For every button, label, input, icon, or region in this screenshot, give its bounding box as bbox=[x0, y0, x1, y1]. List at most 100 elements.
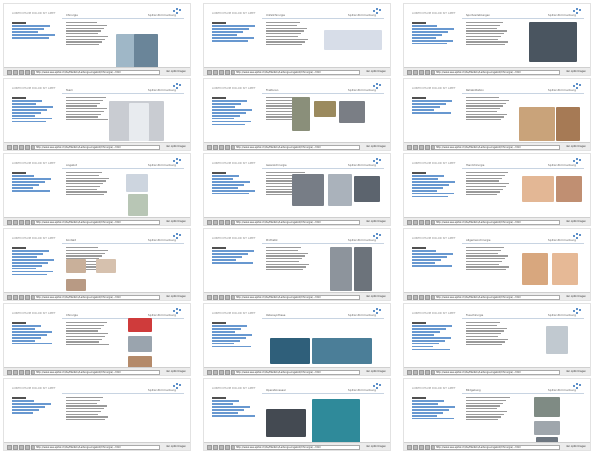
browser-button-icon[interactable] bbox=[219, 294, 224, 300]
address-bar[interactable]: http://www.see-spital.ch/de/Medizin/Leit… bbox=[434, 294, 560, 300]
sidebar-nav-item[interactable] bbox=[412, 333, 434, 336]
sidebar-nav[interactable] bbox=[412, 247, 458, 268]
browser-button-icon[interactable] bbox=[13, 444, 18, 450]
sidebar-nav-item[interactable] bbox=[12, 186, 34, 189]
sidebar-nav-item[interactable] bbox=[412, 249, 437, 252]
sidebar-nav-item[interactable] bbox=[412, 397, 426, 399]
sidebar-nav-item[interactable] bbox=[12, 327, 36, 330]
browser-button-icon[interactable] bbox=[207, 219, 212, 225]
sidebar-nav-item[interactable] bbox=[212, 36, 254, 39]
sidebar-nav-item[interactable] bbox=[212, 111, 247, 114]
sidebar-nav-item[interactable] bbox=[412, 336, 451, 339]
browser-button-icon[interactable] bbox=[413, 219, 418, 225]
sidebar-nav[interactable] bbox=[12, 97, 58, 124]
sidebar-nav[interactable] bbox=[412, 22, 458, 46]
sidebar-nav-item[interactable] bbox=[212, 102, 241, 105]
sidebar-nav-item[interactable] bbox=[212, 39, 248, 42]
browser-button-icon[interactable] bbox=[225, 444, 230, 450]
browser-button-icon[interactable] bbox=[419, 444, 424, 450]
browser-button-icon[interactable] bbox=[25, 369, 30, 375]
browser-button-icon[interactable] bbox=[213, 444, 218, 450]
sidebar-nav-item[interactable] bbox=[12, 408, 39, 411]
sidebar-nav-item[interactable] bbox=[412, 22, 426, 24]
sidebar-nav-item[interactable] bbox=[212, 399, 239, 402]
sidebar-nav-item[interactable] bbox=[412, 192, 455, 195]
sidebar-nav-item[interactable] bbox=[412, 264, 453, 267]
sidebar-nav-item[interactable] bbox=[12, 267, 37, 270]
page-thumbnail[interactable]: LOREM IPSUM DOLOR SIT AMET Spital Zimmerb… bbox=[203, 3, 391, 76]
sidebar-nav-item[interactable] bbox=[12, 411, 33, 414]
browser-button-icon[interactable] bbox=[407, 369, 412, 375]
sidebar-nav-item[interactable] bbox=[12, 330, 53, 333]
sidebar-nav-item[interactable] bbox=[412, 183, 450, 186]
sidebar-nav-item[interactable] bbox=[212, 339, 240, 342]
sidebar-nav-item[interactable] bbox=[212, 192, 250, 195]
address-bar[interactable]: http://www.see-spital.ch/de/Medizin/Leit… bbox=[34, 219, 160, 225]
sidebar-nav-item[interactable] bbox=[12, 180, 46, 183]
browser-button-icon[interactable] bbox=[207, 69, 212, 75]
browser-button-icon[interactable] bbox=[419, 144, 424, 150]
sidebar-nav-item[interactable] bbox=[412, 348, 450, 351]
sidebar-nav-item[interactable] bbox=[12, 117, 53, 120]
sidebar-nav-item[interactable] bbox=[12, 324, 42, 327]
sidebar-nav-item[interactable] bbox=[412, 33, 442, 36]
browser-button-icon[interactable] bbox=[425, 144, 430, 150]
sidebar-nav-item[interactable] bbox=[212, 327, 241, 330]
browser-button-icon[interactable] bbox=[407, 144, 412, 150]
sidebar-nav-item[interactable] bbox=[212, 342, 234, 345]
sidebar-nav-item[interactable] bbox=[12, 97, 26, 99]
sidebar-nav-item[interactable] bbox=[12, 27, 44, 30]
sidebar-nav-item[interactable] bbox=[212, 117, 235, 120]
browser-button-icon[interactable] bbox=[419, 219, 424, 225]
sidebar-nav-item[interactable] bbox=[212, 123, 246, 126]
sidebar-nav-item[interactable] bbox=[212, 24, 255, 27]
sidebar-nav-item[interactable] bbox=[212, 330, 235, 333]
browser-button-icon[interactable] bbox=[225, 144, 230, 150]
browser-button-icon[interactable] bbox=[413, 69, 418, 75]
address-bar[interactable]: http://www.see-spital.ch/de/Medizin/Leit… bbox=[34, 294, 160, 300]
browser-button-icon[interactable] bbox=[7, 144, 12, 150]
address-bar[interactable]: http://www.see-spital.ch/de/Medizin/Leit… bbox=[34, 144, 160, 150]
browser-button-icon[interactable] bbox=[19, 69, 24, 75]
browser-button-icon[interactable] bbox=[19, 294, 24, 300]
browser-button-icon[interactable] bbox=[425, 219, 430, 225]
sidebar-nav-item[interactable] bbox=[412, 172, 426, 174]
browser-button-icon[interactable] bbox=[425, 369, 430, 375]
sidebar-nav[interactable] bbox=[212, 397, 258, 418]
browser-button-icon[interactable] bbox=[407, 69, 412, 75]
browser-button-icon[interactable] bbox=[7, 219, 12, 225]
sidebar-nav-item[interactable] bbox=[212, 405, 250, 408]
sidebar-nav-item[interactable] bbox=[212, 180, 251, 183]
browser-button-icon[interactable] bbox=[413, 294, 418, 300]
sidebar-nav-item[interactable] bbox=[212, 186, 239, 189]
browser-button-icon[interactable] bbox=[13, 294, 18, 300]
sidebar-nav-item[interactable] bbox=[412, 261, 436, 264]
browser-button-icon[interactable] bbox=[219, 69, 224, 75]
sidebar-nav-item[interactable] bbox=[412, 342, 439, 345]
browser-button-icon[interactable] bbox=[225, 369, 230, 375]
sidebar-nav[interactable] bbox=[12, 172, 58, 193]
sidebar-nav-item[interactable] bbox=[212, 99, 247, 102]
sidebar-nav-item[interactable] bbox=[12, 105, 53, 108]
browser-button-icon[interactable] bbox=[207, 294, 212, 300]
sidebar-nav-item[interactable] bbox=[412, 102, 447, 105]
sidebar-nav-item[interactable] bbox=[12, 336, 41, 339]
sidebar-nav-item[interactable] bbox=[412, 324, 452, 327]
page-thumbnail[interactable]: LOREM IPSUM DOLOR SIT AMET Spital Zimmerb… bbox=[203, 78, 391, 151]
sidebar-nav-item[interactable] bbox=[212, 336, 246, 339]
sidebar-nav-item[interactable] bbox=[212, 177, 234, 180]
sidebar-nav-item[interactable] bbox=[12, 402, 51, 405]
sidebar-nav-item[interactable] bbox=[12, 247, 26, 249]
sidebar-nav-item[interactable] bbox=[212, 408, 244, 411]
sidebar-nav-item[interactable] bbox=[12, 108, 47, 111]
page-thumbnail[interactable]: LOREM IPSUM DOLOR SIT AMET Spital Zimmerb… bbox=[403, 303, 591, 376]
sidebar-nav-item[interactable] bbox=[412, 108, 435, 111]
address-bar[interactable]: http://www.see-spital.ch/de/Medizin/Leit… bbox=[234, 69, 360, 75]
sidebar-nav-item[interactable] bbox=[412, 417, 454, 420]
sidebar-nav-item[interactable] bbox=[12, 258, 55, 261]
sidebar-nav-item[interactable] bbox=[412, 247, 426, 249]
sidebar-nav-item[interactable] bbox=[412, 408, 449, 411]
browser-button-icon[interactable] bbox=[7, 444, 12, 450]
sidebar-nav[interactable] bbox=[212, 322, 258, 349]
sidebar-nav[interactable] bbox=[412, 397, 458, 421]
